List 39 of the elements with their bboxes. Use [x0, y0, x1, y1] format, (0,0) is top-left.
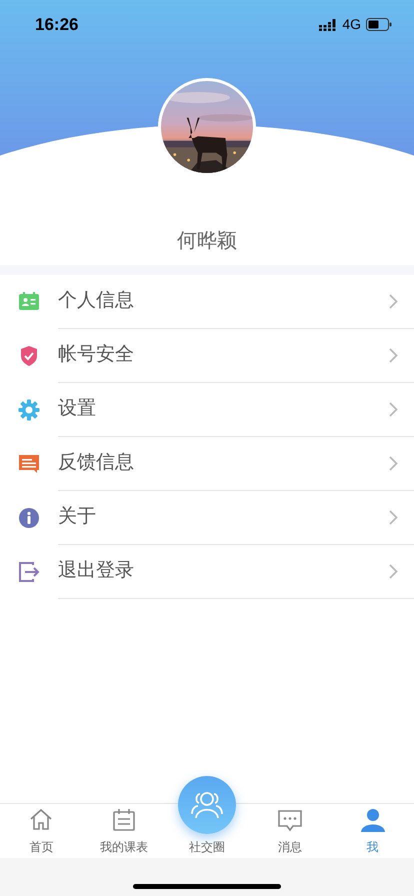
info-icon [18, 507, 40, 529]
calendar-icon [111, 807, 138, 833]
chevron-right-icon [389, 348, 398, 363]
network-label: 4G [342, 15, 361, 34]
home-icon [28, 807, 54, 833]
tab-item[interactable]: 首页 [0, 804, 83, 858]
menu-label: 反馈信息 [58, 451, 135, 476]
menu-item[interactable]: 退出登录 [0, 545, 414, 599]
chevron-right-icon [389, 294, 398, 309]
id-card-icon [18, 291, 40, 313]
menu-item[interactable]: 设置 [0, 383, 414, 437]
tab-item[interactable]: 我 [331, 804, 414, 858]
chat-bubble-icon [276, 807, 303, 833]
menu-label: 设置 [58, 397, 97, 422]
tab-item[interactable]: 消息 [248, 804, 332, 858]
tab-item[interactable]: 我的课表 [82, 804, 166, 858]
menu-item[interactable]: 关于 [0, 491, 414, 545]
menu-label: 退出登录 [58, 559, 135, 584]
menu-item[interactable]: 个人信息 [0, 275, 414, 329]
menu-item[interactable]: 反馈信息 [0, 437, 414, 491]
person-icon [360, 807, 386, 833]
logout-icon [18, 561, 40, 583]
menu-label: 帐号安全 [58, 343, 135, 368]
chevron-right-icon [389, 564, 398, 579]
menu-label: 个人信息 [58, 289, 135, 314]
shield-icon [18, 345, 40, 367]
status-time: 16:26 [35, 14, 78, 36]
group-icon [188, 790, 225, 820]
chevron-right-icon [389, 456, 398, 471]
user-name: 何晔颖 [177, 229, 237, 254]
battery-icon [366, 18, 392, 32]
chevron-right-icon [389, 510, 398, 525]
menu-label: 关于 [58, 505, 97, 530]
tab-item[interactable]: 社交圈 [188, 839, 225, 855]
chevron-right-icon [389, 402, 398, 417]
social-button[interactable] [178, 776, 236, 834]
menu-item[interactable]: 帐号安全 [0, 329, 414, 383]
message-icon [18, 453, 40, 475]
signal-icon [319, 18, 338, 31]
